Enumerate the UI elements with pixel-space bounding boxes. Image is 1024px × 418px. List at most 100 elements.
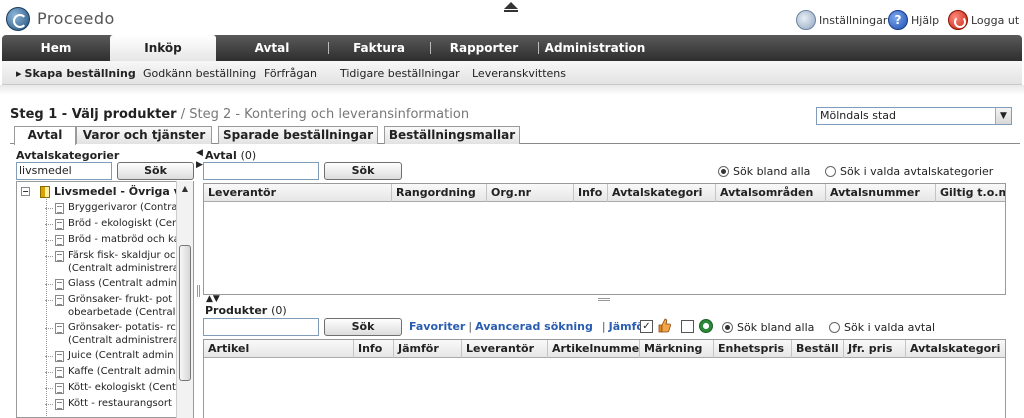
avtal-radio-all[interactable]: Sök bland alla <box>718 165 810 178</box>
produkter-radio-all[interactable]: Sök bland alla <box>722 321 814 334</box>
subnav-leveranskvittens[interactable]: Leveranskvittens <box>472 67 566 80</box>
step-title: Steg 1 - Välj produkter / Steg 2 - Konte… <box>10 107 469 122</box>
tree-connector <box>45 256 53 257</box>
produkter-radio-selected[interactable]: Sök i valda avtal <box>829 321 935 334</box>
tree-item[interactable]: Kött- ekologiskt (Cent <box>45 381 176 394</box>
tab-varor-och-tjanster[interactable]: Varor och tjänster <box>76 126 212 144</box>
settings-link[interactable]: Inställningar <box>796 10 887 30</box>
nav-tab-faktura[interactable]: Faktura <box>330 35 428 61</box>
nav-tab-inkop[interactable]: Inköp <box>110 35 216 61</box>
avtal-search-button[interactable]: Sök <box>324 162 402 180</box>
horizontal-splitter-grip[interactable] <box>598 298 610 301</box>
tree-item[interactable]: Bröd - ekologiskt (Cent <box>45 217 182 230</box>
tree-item[interactable]: Bröd - matbröd och ka <box>45 233 180 246</box>
col-markning[interactable]: Märkning <box>640 340 714 358</box>
logout-icon <box>948 10 968 30</box>
checkbox-checked[interactable]: ✓ <box>640 320 653 333</box>
vertical-splitter-grip[interactable] <box>197 285 200 297</box>
col-giltig-tom[interactable]: Giltig t.o.m. <box>936 184 1005 202</box>
avancerad-sokning-link[interactable]: Avancerad sökning <box>475 320 593 333</box>
tree-item[interactable]: Juice (Centralt admin <box>45 349 174 362</box>
nav-tab-avtal[interactable]: Avtal <box>218 35 326 61</box>
splitter-arrows-icon[interactable]: ▲▼ <box>206 294 220 304</box>
link-separator: | <box>601 320 606 333</box>
radio-selected-icon <box>722 322 733 333</box>
help-link[interactable]: ? Hjälp <box>888 10 939 30</box>
nav-tab-administration[interactable]: Administration <box>540 35 650 61</box>
tree-minus-icon[interactable]: − <box>21 187 30 196</box>
categories-search-input[interactable]: livsmedel <box>16 162 112 180</box>
thumb-up-icon[interactable] <box>657 318 671 333</box>
tree-connector <box>45 388 53 389</box>
tab-sparade-bestallningar[interactable]: Sparade beställningar <box>218 126 378 144</box>
col-avtalsomraden[interactable]: Avtalsområden <box>716 184 826 202</box>
col-avtalsnummer[interactable]: Avtalsnummer <box>826 184 936 202</box>
col-rangordning[interactable]: Rangordning <box>392 184 487 202</box>
tree-connector <box>45 356 53 357</box>
col-bestall[interactable]: Beställ <box>792 340 844 358</box>
tree-connector <box>45 404 53 405</box>
tree-scrollbar[interactable]: ▲ <box>176 181 193 418</box>
organization-select[interactable]: Mölndals stad ▼ <box>816 107 1012 125</box>
tree-item[interactable]: Färsk fisk- skaldjur oc (Centralt adminis… <box>45 249 179 275</box>
collapse-arrow-icon[interactable] <box>504 2 518 12</box>
tree-item[interactable]: Kött - restaurangsort <box>45 397 172 410</box>
expand-right-icon[interactable]: ▶ <box>196 160 203 170</box>
col-artikelnummer[interactable]: Artikelnummer <box>548 340 640 358</box>
col-org-nr[interactable]: Org.nr <box>487 184 574 202</box>
avtal-grid-header: Leverantör Rangordning Org.nr Info Avtal… <box>204 184 1005 202</box>
help-icon: ? <box>888 10 908 30</box>
nav-separator <box>328 42 329 54</box>
radio-empty-icon <box>829 322 840 333</box>
checkbox-unchecked[interactable] <box>681 320 694 333</box>
nav-tab-hem[interactable]: Hem <box>4 35 108 61</box>
tree-item[interactable]: Grönsaker- frukt- pot obearbetade (Centra… <box>45 293 175 319</box>
collapse-left-icon[interactable]: ◀ <box>196 148 203 158</box>
produkter-radio-selected-label: Sök i valda avtal <box>844 321 936 334</box>
tree-item[interactable]: Grönsaker- potatis- rc (Centralt administ… <box>45 321 179 347</box>
col-avtalskategori[interactable]: Avtalskategori <box>906 340 1005 358</box>
scrollbar-thumb[interactable] <box>179 245 191 381</box>
col-leverantor[interactable]: Leverantör <box>204 184 392 202</box>
tree-root[interactable]: − Livsmedel - Övriga va <box>21 185 188 198</box>
radio-selected-icon <box>718 166 729 177</box>
subnav-skapa-bestallning[interactable]: Skapa beställning <box>16 67 136 80</box>
avtal-search-input[interactable] <box>203 162 319 180</box>
document-icon <box>55 367 64 378</box>
col-jamfor[interactable]: Jämför <box>394 340 462 358</box>
produkter-search-button[interactable]: Sök <box>324 318 402 336</box>
categories-search-button[interactable]: Sök <box>117 162 194 180</box>
produkter-label-text: Produkter <box>205 304 268 317</box>
produkter-radio-all-label: Sök bland alla <box>737 321 815 334</box>
favoriter-link[interactable]: Favoriter <box>409 320 465 333</box>
col-info[interactable]: Info <box>354 340 394 358</box>
avtal-radio-selected[interactable]: Sök i valda avtalskategorier <box>825 165 993 178</box>
produkter-count: (0) <box>271 304 287 317</box>
tree-item-label: Bröd - ekologiskt (Cent <box>68 218 183 229</box>
col-jfr-pris[interactable]: Jfr. pris <box>844 340 906 358</box>
produkter-search-input[interactable] <box>203 318 319 336</box>
tree-connector <box>45 240 53 241</box>
clock-icon[interactable] <box>699 319 713 333</box>
nav-tab-rapporter[interactable]: Rapporter <box>432 35 536 61</box>
logout-link[interactable]: Logga ut <box>948 10 1019 30</box>
tree-item[interactable]: Kaffe (Centralt admin <box>45 365 175 378</box>
tree-item[interactable]: Glass (Centralt admin <box>45 277 177 290</box>
tab-bestallningsmallar[interactable]: Beställningsmallar <box>384 126 520 144</box>
step-1-label: Steg 1 - Välj produkter <box>10 107 177 122</box>
tab-avtal[interactable]: Avtal <box>14 126 76 145</box>
subnav-forfragan[interactable]: Förfrågan <box>264 67 317 80</box>
subnav-godkann-bestallning[interactable]: Godkänn beställning <box>143 67 256 80</box>
tree-root-label: Livsmedel - Övriga va <box>54 185 189 198</box>
produkter-grid: Artikel Info Jämför Leverantör Artikelnu… <box>203 339 1006 418</box>
col-info[interactable]: Info <box>574 184 608 202</box>
subnav-tidigare-bestallningar[interactable]: Tidigare beställningar <box>340 67 460 80</box>
col-leverantor[interactable]: Leverantör <box>462 340 548 358</box>
document-icon <box>55 203 64 214</box>
col-avtalskategori[interactable]: Avtalskategori <box>608 184 716 202</box>
avtal-label-text: Avtal <box>205 149 237 162</box>
col-artikel[interactable]: Artikel <box>204 340 354 358</box>
col-enhetspris[interactable]: Enhetspris <box>714 340 792 358</box>
tree-item[interactable]: Bryggerivaror (Contrar <box>45 201 182 214</box>
scroll-up-icon[interactable]: ▲ <box>177 181 193 197</box>
